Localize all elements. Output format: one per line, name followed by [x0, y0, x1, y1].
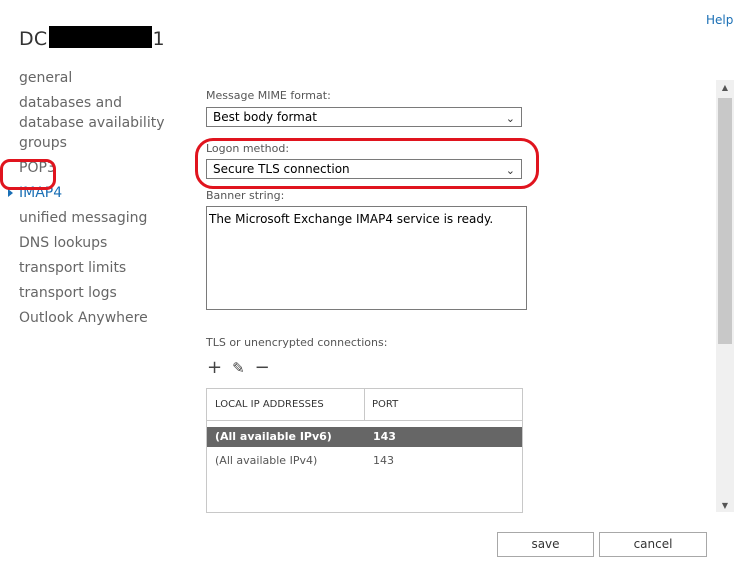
nav-item-transport-logs[interactable]: transport logs [0, 283, 180, 303]
cell-port: 143 [373, 454, 394, 467]
nav-item-dns-lookups[interactable]: DNS lookups [0, 233, 180, 253]
scroll-up-arrow-icon[interactable]: ▲ [716, 83, 734, 92]
settings-nav: general databases and database availabil… [0, 68, 180, 333]
title-suffix: 1 [152, 28, 165, 50]
connections-toolbar: + ✎ − [207, 357, 280, 378]
chevron-down-icon: ⌄ [505, 164, 515, 177]
edit-icon[interactable]: ✎ [232, 359, 245, 377]
remove-icon[interactable]: − [255, 357, 270, 378]
connections-table: LOCAL IP ADDRESSES PORT (All available I… [206, 388, 523, 513]
table-row[interactable]: (All available IPv4) 143 [207, 451, 522, 471]
nav-item-label: IMAP4 [19, 185, 63, 201]
scroll-down-arrow-icon[interactable]: ▼ [716, 501, 734, 510]
column-header-address[interactable]: LOCAL IP ADDRESSES [215, 399, 324, 410]
chevron-down-icon: ⌄ [505, 112, 515, 125]
scrollbar-thumb[interactable] [718, 98, 732, 344]
nav-item-unified-messaging[interactable]: unified messaging [0, 208, 180, 228]
cancel-button[interactable]: cancel [599, 532, 707, 557]
cell-address: (All available IPv6) [215, 430, 332, 443]
nav-item-databases[interactable]: databases and database availability grou… [0, 93, 179, 153]
mime-format-label: Message MIME format: [206, 89, 331, 102]
banner-string-textarea[interactable]: The Microsoft Exchange IMAP4 service is … [206, 206, 527, 310]
nav-item-pop3[interactable]: POP3 [0, 158, 180, 178]
logon-method-select[interactable]: Secure TLS connection ⌄ [206, 159, 522, 179]
table-row[interactable]: (All available IPv6) 143 [207, 427, 522, 447]
cell-port: 143 [373, 430, 396, 443]
nav-item-general[interactable]: general [0, 68, 180, 88]
save-button[interactable]: save [497, 532, 594, 557]
mime-format-select[interactable]: Best body format ⌄ [206, 107, 522, 127]
table-header: LOCAL IP ADDRESSES PORT [207, 389, 522, 421]
redaction-block [48, 26, 152, 48]
help-link[interactable]: Help [706, 13, 733, 27]
logon-method-label: Logon method: [206, 142, 290, 155]
nav-item-transport-limits[interactable]: transport limits [0, 258, 180, 278]
column-divider [364, 389, 365, 420]
logon-method-value: Secure TLS connection [213, 162, 350, 176]
banner-string-label: Banner string: [206, 189, 285, 202]
nav-item-outlook-anywhere[interactable]: Outlook Anywhere [0, 308, 180, 328]
page-title: DC 1 [19, 26, 165, 50]
cell-address: (All available IPv4) [215, 454, 318, 467]
caret-right-icon [8, 189, 13, 197]
title-prefix: DC [19, 28, 48, 50]
tls-connections-label: TLS or unencrypted connections: [206, 336, 388, 349]
mime-format-value: Best body format [213, 110, 317, 124]
column-header-port[interactable]: PORT [372, 399, 398, 410]
add-icon[interactable]: + [207, 357, 222, 378]
nav-item-imap4[interactable]: IMAP4 [0, 183, 180, 203]
